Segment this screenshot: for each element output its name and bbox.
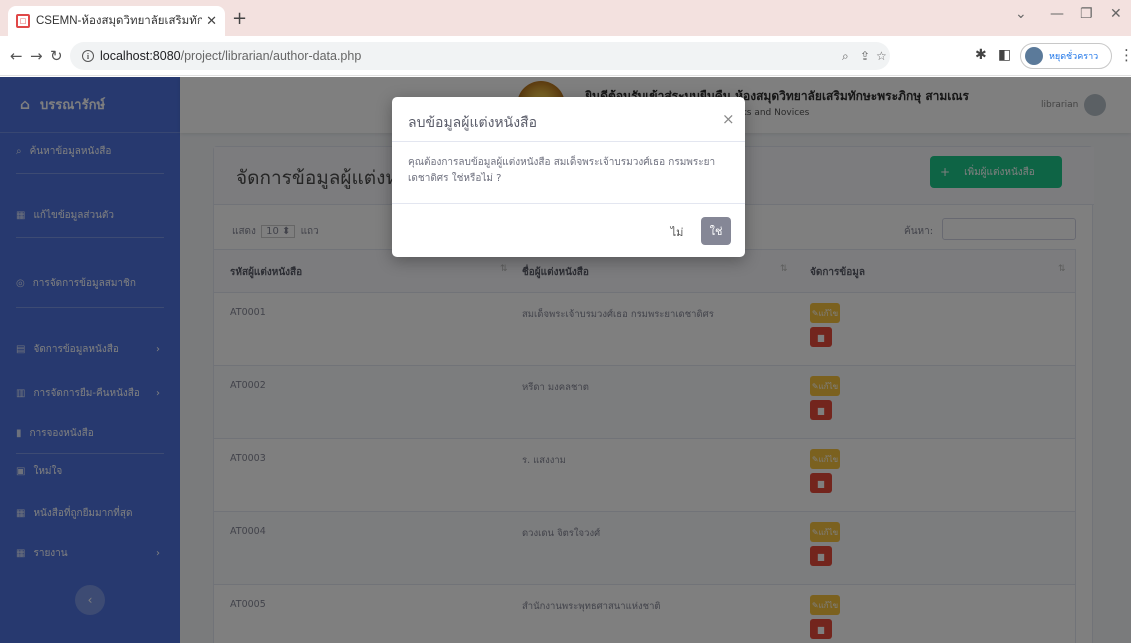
- tab-title: CSEMN-ห้องสมุดวิทยาลัยเสริมทักษะ: [36, 15, 203, 27]
- minimize-icon[interactable]: —: [1050, 6, 1064, 22]
- favicon-icon: □: [16, 14, 30, 28]
- share-icon[interactable]: ⇪: [860, 49, 870, 63]
- info-icon[interactable]: i: [82, 50, 94, 62]
- new-tab-icon[interactable]: +: [232, 8, 247, 29]
- modal-message: คุณต้องการลบข้อมูลผู้แต่งหนังสือ สมเด็จพ…: [408, 157, 716, 184]
- cancel-button[interactable]: ไม่: [663, 219, 691, 245]
- browser-tabbar: □ CSEMN-ห้องสมุดวิทยาลัยเสริมทักษะ ✕ + ⌄…: [0, 0, 1131, 36]
- profile-label: หยุดชั่วคราว: [1049, 52, 1099, 62]
- window-close-icon[interactable]: ✕: [1110, 6, 1122, 22]
- avatar: [1025, 47, 1043, 65]
- close-icon[interactable]: ×: [722, 110, 735, 128]
- maximize-icon[interactable]: ❐: [1080, 6, 1093, 22]
- confirm-delete-button[interactable]: ใช่: [701, 217, 731, 245]
- profile-button[interactable]: หยุดชั่วคราว: [1020, 43, 1112, 69]
- menu-icon[interactable]: ⋮: [1119, 46, 1131, 64]
- chevron-down-icon[interactable]: ⌄: [1015, 6, 1027, 22]
- modal-title: ลบข้อมูลผู้แต่งหนังสือ: [408, 115, 537, 131]
- browser-tab[interactable]: □ CSEMN-ห้องสมุดวิทยาลัยเสริมทักษะ ✕: [8, 6, 225, 36]
- close-icon[interactable]: ✕: [206, 14, 217, 29]
- modal-footer: ไม่ ใช่: [392, 203, 745, 257]
- back-icon[interactable]: ←: [10, 47, 23, 65]
- zoom-icon[interactable]: ⌕: [842, 49, 849, 64]
- url-bar[interactable]: i localhost:8080/project/librarian/autho…: [70, 42, 890, 70]
- forward-icon[interactable]: →: [30, 47, 43, 65]
- modal-header: ลบข้อมูลผู้แต่งหนังสือ ×: [392, 97, 745, 142]
- star-icon[interactable]: ☆: [876, 49, 887, 63]
- url-text: localhost:8080/project/librarian/author-…: [100, 49, 362, 63]
- address-toolbar: ← → ↻ i localhost:8080/project/librarian…: [0, 36, 1131, 76]
- delete-modal: ลบข้อมูลผู้แต่งหนังสือ × คุณต้องการลบข้อ…: [392, 97, 745, 257]
- reload-icon[interactable]: ↻: [50, 47, 63, 65]
- sidepanel-icon[interactable]: ◧: [998, 47, 1011, 63]
- extensions-icon[interactable]: ✱: [975, 47, 987, 63]
